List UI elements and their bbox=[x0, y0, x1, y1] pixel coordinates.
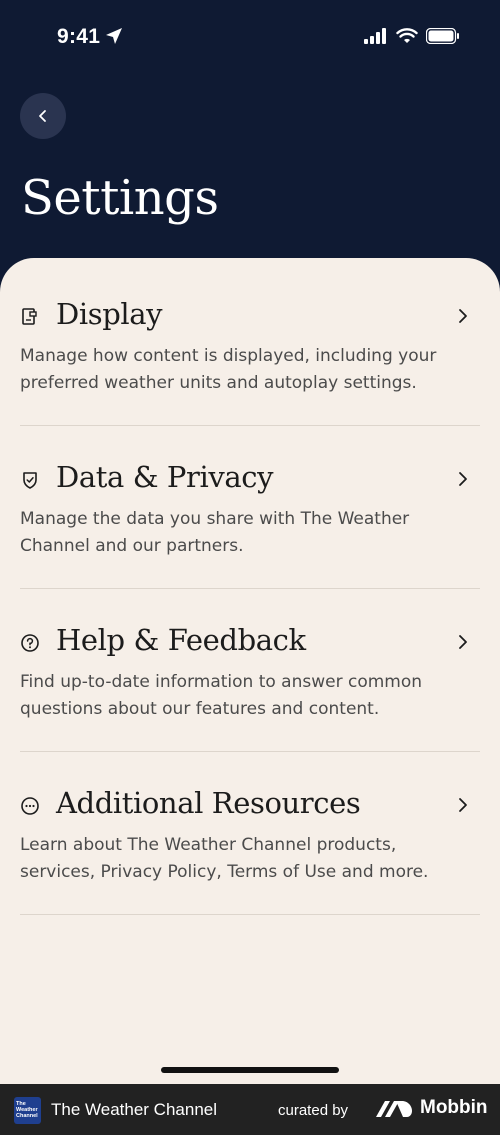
settings-item-display[interactable]: Display Manage how content is displayed,… bbox=[20, 297, 480, 393]
divider bbox=[20, 425, 480, 426]
settings-item-description: Manage the data you share with The Weath… bbox=[20, 509, 410, 556]
status-bar: 9:41 bbox=[0, 0, 500, 74]
back-button[interactable] bbox=[20, 93, 66, 139]
status-time: 9:41 bbox=[57, 25, 101, 48]
settings-item-title: Display bbox=[56, 297, 163, 331]
chevron-right-icon bbox=[459, 309, 467, 323]
chevron-right-icon bbox=[459, 798, 467, 812]
settings-item-description: Manage how content is displayed, includi… bbox=[20, 346, 437, 393]
home-indicator bbox=[161, 1067, 339, 1073]
mobbin-brand-name: Mobbin bbox=[420, 1097, 488, 1118]
settings-item-additional-resources[interactable]: Additional Resources Learn about The Wea… bbox=[20, 786, 480, 882]
footer-curated-label: curated by bbox=[278, 1102, 349, 1119]
settings-item-title: Help & Feedback bbox=[56, 623, 306, 657]
settings-item-data-privacy[interactable]: Data & Privacy Manage the data you share… bbox=[20, 460, 480, 556]
status-indicators bbox=[364, 28, 460, 44]
battery-icon bbox=[426, 28, 459, 44]
settings-item-title: Data & Privacy bbox=[56, 460, 274, 494]
footer-app-name: The Weather Channel bbox=[51, 1100, 218, 1119]
location-arrow-icon bbox=[106, 28, 122, 44]
more-circle-icon bbox=[20, 796, 40, 816]
weather-channel-logo: The Weather Channel bbox=[14, 1097, 41, 1124]
settings-item-title: Additional Resources bbox=[56, 786, 361, 820]
question-circle-icon bbox=[20, 633, 40, 653]
chevron-left-icon bbox=[39, 110, 46, 122]
wifi-icon bbox=[396, 28, 418, 43]
mobbin-brand: Mobbin bbox=[376, 1097, 488, 1119]
display-settings-icon bbox=[20, 307, 40, 327]
settings-item-description: Learn about The Weather Channel products… bbox=[20, 835, 429, 882]
cellular-signal-icon bbox=[364, 28, 386, 44]
divider bbox=[20, 588, 480, 589]
mobbin-logo-icon bbox=[376, 1101, 412, 1117]
divider bbox=[20, 751, 480, 752]
chevron-right-icon bbox=[459, 472, 467, 486]
footer-bar: The Weather Channel The Weather Channel … bbox=[0, 1084, 500, 1135]
settings-item-help-feedback[interactable]: Help & Feedback Find up-to-date informat… bbox=[20, 623, 480, 719]
page-title: Settings bbox=[21, 170, 219, 226]
settings-item-description: Find up-to-date information to answer co… bbox=[20, 672, 423, 719]
chevron-right-icon bbox=[459, 635, 467, 649]
divider bbox=[20, 914, 480, 915]
shield-icon bbox=[20, 470, 40, 490]
